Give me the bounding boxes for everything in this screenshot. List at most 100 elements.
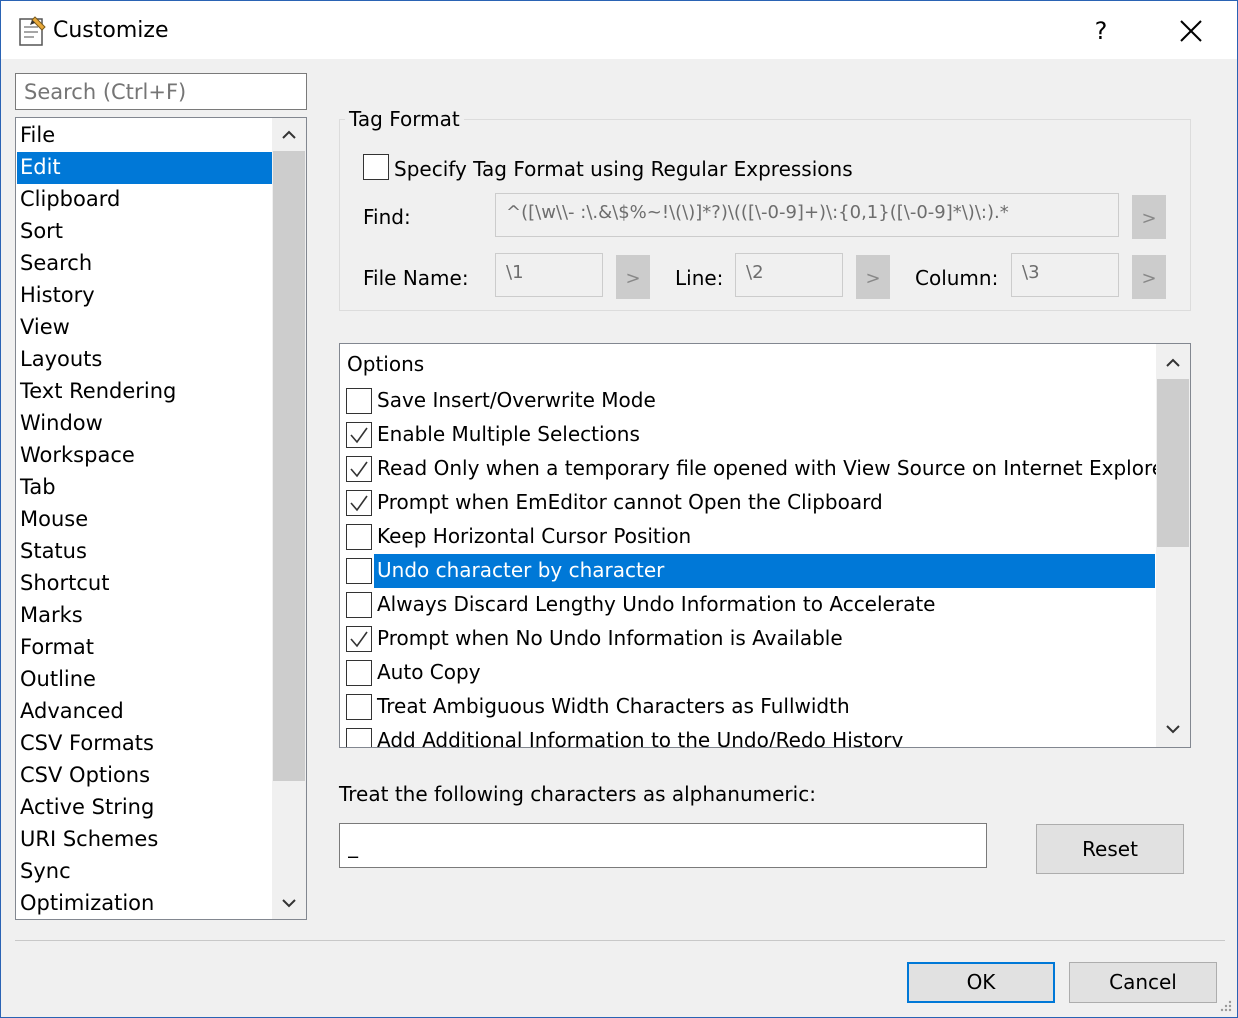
window-title: Customize	[53, 18, 169, 43]
option-label[interactable]: Save Insert/Overwrite Mode	[374, 384, 656, 418]
regex-checkbox-label[interactable]: Specify Tag Format using Regular Express…	[394, 157, 853, 181]
option-checkbox[interactable]	[346, 524, 372, 550]
option-label[interactable]: Undo character by character	[374, 554, 1155, 588]
category-item-format[interactable]: Format	[17, 632, 272, 664]
option-label[interactable]: Always Discard Lengthy Undo Information …	[374, 588, 935, 622]
option-row[interactable]: Treat Ambiguous Width Characters as Full…	[340, 690, 1155, 724]
category-item-tab[interactable]: Tab	[17, 472, 272, 504]
option-checkbox[interactable]	[346, 456, 372, 482]
option-row[interactable]: Always Discard Lengthy Undo Information …	[340, 588, 1155, 622]
option-row[interactable]: Read Only when a temporary file opened w…	[340, 452, 1172, 486]
option-row[interactable]: Prompt when No Undo Information is Avail…	[340, 622, 1155, 656]
option-row[interactable]: Enable Multiple Selections	[340, 418, 1155, 452]
option-checkbox[interactable]	[346, 388, 372, 414]
option-checkbox[interactable]	[346, 660, 372, 686]
category-item-mouse[interactable]: Mouse	[17, 504, 272, 536]
find-arrow-button: >	[1132, 195, 1166, 239]
category-item-csv-formats[interactable]: CSV Formats	[17, 728, 272, 760]
resize-grip-icon[interactable]	[1217, 997, 1233, 1013]
category-item-uri-schemes[interactable]: URI Schemes	[17, 824, 272, 856]
category-scrollbar[interactable]	[272, 118, 306, 919]
category-item-view[interactable]: View	[17, 312, 272, 344]
option-label[interactable]: Treat Ambiguous Width Characters as Full…	[374, 690, 850, 724]
customize-dialog: Customize ? FileEditClipboardSortSearchH…	[0, 0, 1238, 1018]
category-item-sort[interactable]: Sort	[17, 216, 272, 248]
category-item-text-rendering[interactable]: Text Rendering	[17, 376, 272, 408]
alphanumeric-label: Treat the following characters as alphan…	[339, 782, 816, 806]
options-scrollbar-thumb[interactable]	[1157, 379, 1189, 547]
chevron-up-icon	[1166, 358, 1180, 367]
options-scroll-down-arrow[interactable]	[1156, 712, 1190, 745]
option-label[interactable]: Read Only when a temporary file opened w…	[374, 452, 1172, 486]
option-label[interactable]: Auto Copy	[374, 656, 481, 690]
alphanumeric-input[interactable]	[339, 823, 987, 868]
help-button[interactable]: ?	[1079, 9, 1123, 53]
close-button[interactable]	[1167, 9, 1215, 53]
scroll-down-arrow[interactable]	[272, 886, 306, 919]
regex-checkbox[interactable]	[363, 154, 389, 180]
category-item-search[interactable]: Search	[17, 248, 272, 280]
option-checkbox[interactable]	[346, 626, 372, 652]
file-name-label: File Name:	[363, 266, 469, 290]
category-item-file[interactable]: File	[17, 120, 272, 152]
option-label[interactable]: Keep Horizontal Cursor Position	[374, 520, 691, 554]
tag-format-label: Tag Format	[345, 107, 464, 131]
option-row[interactable]: Keep Horizontal Cursor Position	[340, 520, 1155, 554]
options-scroll-up-arrow[interactable]	[1156, 346, 1190, 379]
option-label[interactable]: Prompt when EmEditor cannot Open the Cli…	[374, 486, 883, 520]
category-list[interactable]: File Edit Clipboard Sort Search History View La…	[15, 117, 307, 920]
option-row[interactable]: Auto Copy	[340, 656, 1155, 690]
option-label[interactable]: Add Additional Information to the Undo/R…	[374, 724, 903, 747]
category-item-layouts[interactable]: Layouts	[17, 344, 272, 376]
notepad-icon	[19, 16, 46, 46]
chevron-down-icon	[282, 898, 296, 907]
option-row[interactable]: Prompt when EmEditor cannot Open the Cli…	[340, 486, 1155, 520]
chevron-up-icon	[282, 130, 296, 139]
cancel-button[interactable]: Cancel	[1069, 962, 1217, 1003]
option-checkbox[interactable]	[346, 490, 372, 516]
ok-button[interactable]: OK	[907, 962, 1055, 1003]
category-item-edit[interactable]: Edit	[17, 152, 272, 184]
category-search-input[interactable]	[15, 73, 307, 110]
line-label: Line:	[675, 266, 724, 290]
column-field: \3	[1011, 253, 1119, 297]
option-checkbox[interactable]	[346, 422, 372, 448]
option-label[interactable]: Prompt when No Undo Information is Avail…	[374, 622, 843, 656]
option-checkbox[interactable]	[346, 558, 372, 584]
category-item-marks[interactable]: Marks	[17, 600, 272, 632]
category-item-sync[interactable]: Sync	[17, 856, 272, 888]
category-item-status[interactable]: Status	[17, 536, 272, 568]
close-icon	[1180, 20, 1202, 42]
category-item-optimization[interactable]: Optimization	[17, 888, 272, 919]
checkmark-icon	[350, 631, 368, 648]
category-item-outline[interactable]: Outline	[17, 664, 272, 696]
checkmark-icon	[350, 495, 368, 512]
option-label[interactable]: Enable Multiple Selections	[374, 418, 640, 452]
category-item-workspace[interactable]: Workspace	[17, 440, 272, 472]
footer-separator	[15, 940, 1225, 941]
file-name-arrow-button: >	[616, 255, 650, 299]
find-label: Find:	[363, 205, 411, 229]
category-item-window[interactable]: Window	[17, 408, 272, 440]
options-list[interactable]: Options Save Insert/Overwrite Mode Enable…	[339, 343, 1191, 748]
file-name-field: \1	[495, 253, 603, 297]
scrollbar-thumb[interactable]	[273, 151, 305, 781]
reset-button[interactable]: Reset	[1036, 824, 1184, 874]
option-checkbox[interactable]	[346, 728, 372, 747]
category-item-active-string[interactable]: Active String	[17, 792, 272, 824]
option-row[interactable]: Add Additional Information to the Undo/R…	[340, 724, 1155, 747]
option-checkbox[interactable]	[346, 592, 372, 618]
category-item-csv-options[interactable]: CSV Options	[17, 760, 272, 792]
chevron-down-icon	[1166, 724, 1180, 733]
option-checkbox[interactable]	[346, 694, 372, 720]
category-item-clipboard[interactable]: Clipboard	[17, 184, 272, 216]
option-row[interactable]: Save Insert/Overwrite Mode	[340, 384, 1155, 418]
category-item-advanced[interactable]: Advanced	[17, 696, 272, 728]
option-row[interactable]: Undo character by character	[340, 554, 1155, 588]
line-arrow-button: >	[856, 255, 890, 299]
scroll-up-arrow[interactable]	[272, 118, 306, 151]
category-item-history[interactable]: History	[17, 280, 272, 312]
options-scrollbar[interactable]	[1156, 344, 1190, 747]
line-field: \2	[735, 253, 843, 297]
category-item-shortcut[interactable]: Shortcut	[17, 568, 272, 600]
